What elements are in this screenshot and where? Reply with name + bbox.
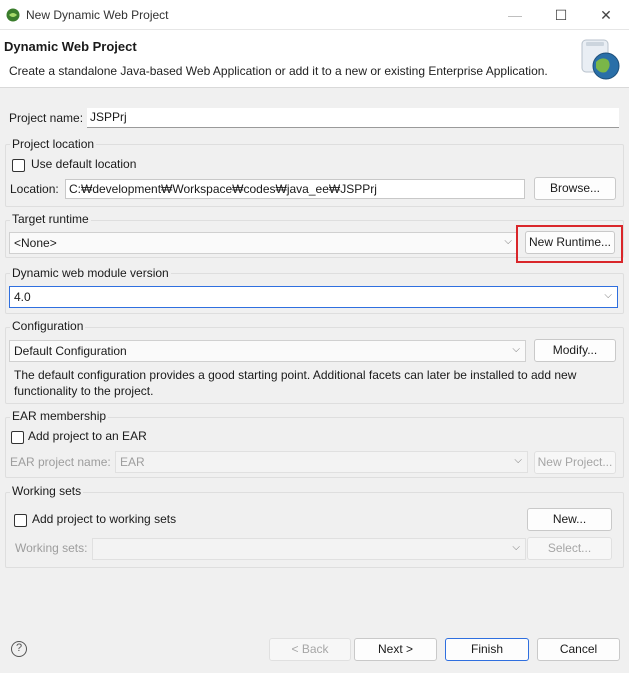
target-runtime-select[interactable]: <None> ⌵ [9,232,518,254]
back-button[interactable]: < Back [269,638,351,661]
target-runtime-legend: Target runtime [10,212,91,226]
close-button[interactable]: ✕ [583,0,629,30]
add-to-ear-label[interactable]: Add project to an EAR [28,429,147,443]
project-name-label: Project name: [9,111,84,125]
ear-project-name-value: EAR [120,455,145,469]
configuration-legend: Configuration [10,319,86,333]
minimize-button[interactable]: — [492,0,538,30]
configuration-value: Default Configuration [14,344,127,358]
ear-membership-legend: EAR membership [10,409,109,423]
new-working-set-button[interactable]: New... [527,508,612,531]
location-input[interactable]: C:₩development₩Workspace₩codes₩java_ee₩J… [65,179,525,199]
target-runtime-value: <None> [14,236,57,250]
ear-project-name-select[interactable]: EAR ⌵ [115,451,528,473]
working-sets-legend: Working sets [10,484,84,498]
chevron-down-icon: ⌵ [512,344,520,355]
web-module-legend: Dynamic web module version [10,266,171,280]
use-default-location-label[interactable]: Use default location [31,157,136,171]
add-to-working-sets-checkbox[interactable] [14,514,27,527]
cancel-button[interactable]: Cancel [537,638,620,661]
chevron-down-icon: ⌵ [514,455,522,466]
select-working-sets-button[interactable]: Select... [527,537,612,560]
web-project-globe-icon [581,39,620,80]
configuration-description: The default configuration provides a goo… [14,368,577,398]
modify-button[interactable]: Modify... [534,339,616,362]
project-name-input[interactable]: JSPPrj [87,108,619,128]
project-location-legend: Project location [10,137,97,151]
browse-button[interactable]: Browse... [534,177,616,200]
next-button[interactable]: Next > [354,638,437,661]
finish-button[interactable]: Finish [445,638,529,661]
ear-project-name-label: EAR project name: [10,455,111,469]
location-label: Location: [10,182,59,196]
configuration-select[interactable]: Default Configuration ⌵ [9,340,526,362]
add-to-working-sets-label[interactable]: Add project to working sets [32,512,176,526]
working-sets-label: Working sets: [15,541,88,555]
web-module-version-value: 4.0 [14,290,31,304]
chevron-down-icon: ⌵ [512,542,520,553]
eclipse-icon [6,8,20,22]
window-title: New Dynamic Web Project [26,8,169,22]
help-icon[interactable]: ? [11,641,27,657]
web-module-version-select[interactable]: 4.0 ⌵ [9,286,618,308]
page-title: Dynamic Web Project [4,39,137,54]
chevron-down-icon: ⌵ [604,290,612,301]
new-project-button[interactable]: New Project... [534,451,616,474]
maximize-button[interactable]: ☐ [538,0,584,30]
page-description: Create a standalone Java-based Web Appli… [9,64,548,78]
use-default-location-checkbox[interactable] [12,159,25,172]
working-sets-select[interactable]: ⌵ [92,538,526,560]
chevron-down-icon: ⌵ [504,236,512,247]
add-to-ear-checkbox[interactable] [11,431,24,444]
new-runtime-button[interactable]: New Runtime... [525,231,615,254]
